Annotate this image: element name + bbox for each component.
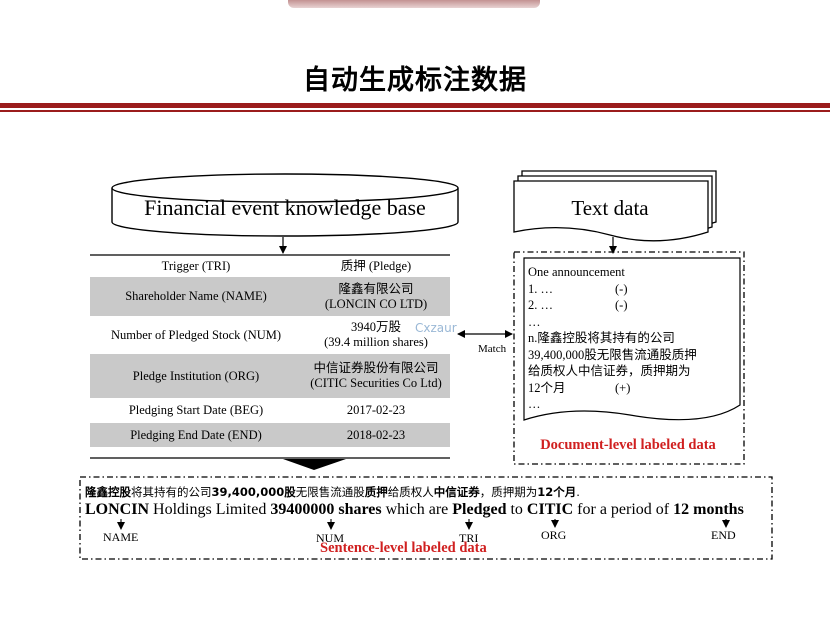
tag-name: NAME: [103, 530, 139, 544]
kb-table: Trigger (TRI) 质押 (Pledge) Shareholder Name…: [90, 255, 450, 447]
tag-org: ORG: [541, 528, 567, 542]
kb-row: Pledging End Date (END) 2018-02-23: [90, 423, 450, 447]
kb-field-name: Trigger (TRI): [161, 258, 231, 273]
kb-row: Pledge Institution (ORG) 中信证券股份有限公司 (CITI…: [90, 354, 450, 398]
kb-field-name: Pledging End Date (END): [90, 423, 302, 447]
kb-field-value: 中信证券股份有限公司 (CITIC Securities Co Ltd): [302, 354, 450, 398]
announcement-line-text: 39,400,000股无限售流通股质押: [528, 347, 697, 362]
announcement-line-text: 给质权人中信证券，质押期为: [528, 364, 691, 378]
sentence-level-caption: Sentence-level labeled data: [320, 540, 487, 556]
kb-field-name: Pledging Start Date (BEG): [128, 403, 264, 417]
announcement-line: n.隆鑫控股将其持有的公司: [528, 330, 738, 347]
sentence-segment: to: [506, 501, 527, 518]
sentence-segment: 隆鑫控股: [85, 485, 131, 499]
kb-row: Shareholder Name (NAME) 隆鑫有限公司 (LONCIN CO…: [90, 277, 450, 316]
sentence-segment: 12个月: [537, 485, 577, 499]
sentence-segment: 无限售流通股: [295, 485, 365, 499]
kb-field-value: 2017-02-23: [346, 403, 406, 417]
down-block-arrow: [283, 459, 346, 470]
announcement-line-label: (-): [615, 281, 628, 296]
kb-label: Financial event knowledge base: [144, 195, 426, 220]
sentence-segment: 将其持有的公司: [131, 485, 212, 499]
announcement-line-text: 12个月: [528, 380, 566, 395]
announcement-line: 给质权人中信证券，质押期为: [528, 363, 738, 380]
kb-row: Number of Pledged Stock (NUM) 3940万股 (39.…: [90, 316, 450, 354]
sentence-segment: Holdings Limited: [149, 501, 271, 518]
announcement-line: 2. … (-): [528, 297, 738, 314]
announcement-line-text: One announcement: [528, 265, 625, 279]
kb-field-name: Shareholder Name (NAME): [90, 277, 302, 316]
document-level-caption: Document-level labeled data: [540, 437, 716, 453]
kb-row: Pledging Start Date (BEG) 2017-02-23: [90, 398, 450, 423]
announcement-line-text: n.隆鑫控股将其持有的公司: [528, 331, 675, 345]
sentence-chinese: 隆鑫控股将其持有的公司39,400,000股无限售流通股质押给质权人中信证券，质…: [85, 484, 580, 500]
announcement-line-label: (+): [615, 380, 631, 395]
kb-field-value: 2018-02-23: [302, 423, 450, 447]
sentence-english: LONCIN Holdings Limited 39400000 shares …: [85, 501, 744, 519]
sentence-segment: 中信证券: [433, 485, 480, 499]
sentence-segment: CITIC: [526, 501, 574, 518]
watermark: Cxzaur: [415, 321, 457, 335]
sentence-segment: 39400000 shares: [270, 501, 382, 518]
announcement-line-text: …: [528, 397, 541, 411]
sentence-segment: 质押: [364, 485, 388, 499]
sentence-segment: Pledged: [452, 501, 507, 518]
kb-field-name: Number of Pledged Stock (NUM): [110, 327, 282, 342]
announcement-line: …: [528, 396, 738, 413]
announcement-line: 12个月 (+): [528, 380, 738, 397]
kb-field-value: 质押 (Pledge): [340, 258, 412, 273]
sentence-segment: for a period of: [573, 501, 674, 518]
announcement-line: 1. … (-): [528, 281, 738, 298]
match-label: Match: [478, 343, 507, 355]
announcement-line-text: 2. …: [528, 298, 553, 312]
kb-row: Trigger (TRI) 质押 (Pledge): [90, 255, 450, 277]
announcement-text: One announcement 1. … (-) 2. … (-) … n.隆鑫控股将其持…: [528, 264, 738, 413]
announcement-line: …: [528, 314, 738, 331]
sentence-segment: 39,400,000股: [211, 485, 296, 499]
tag-end: END: [711, 528, 736, 542]
sentence-segment: 12 months: [673, 501, 744, 518]
announcement-line-text: …: [528, 314, 541, 329]
announcement-line-text: 1. …: [528, 281, 553, 296]
sentence-segment: .: [576, 485, 580, 499]
sentence-segment: ，质押期为: [479, 485, 538, 499]
announcement-line: 39,400,000股无限售流通股质押: [528, 347, 738, 364]
announcement-line-label: (-): [615, 298, 628, 312]
kb-field-name: Pledge Institution (ORG): [90, 354, 302, 398]
sentence-segment: which are: [381, 501, 453, 518]
sentence-segment: 给质权人: [387, 485, 434, 499]
sentence-segment: LONCIN: [85, 501, 150, 518]
text-data-label: Text data: [571, 196, 649, 220]
announcement-line: One announcement: [528, 264, 738, 281]
kb-field-value: 隆鑫有限公司 (LONCIN CO LTD): [302, 277, 450, 316]
